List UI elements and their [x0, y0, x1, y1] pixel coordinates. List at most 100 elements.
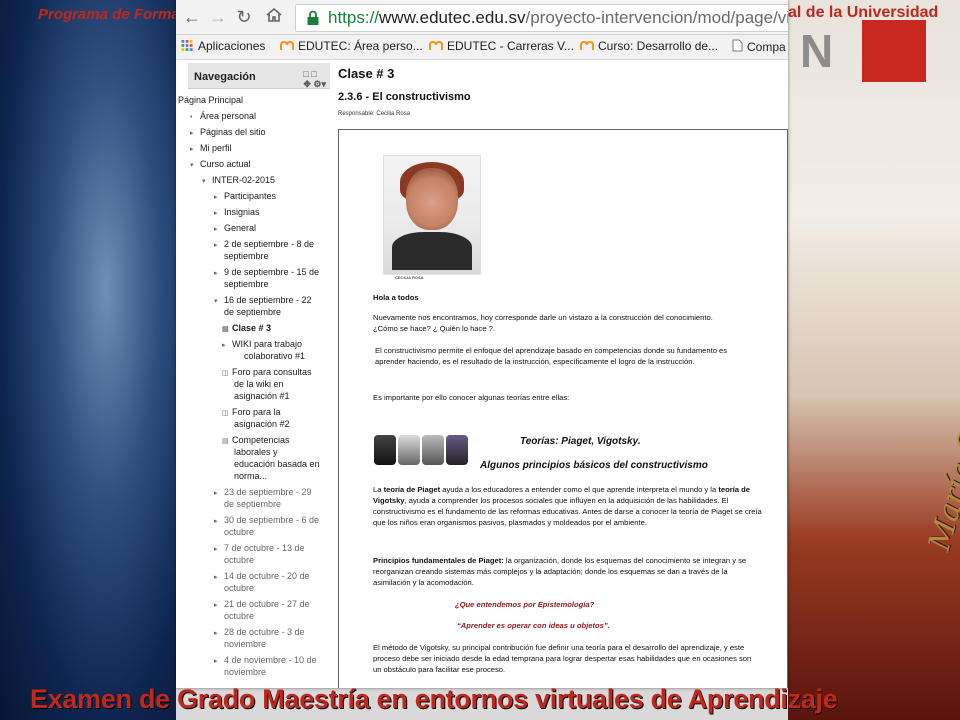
apps-grid-icon: [181, 40, 193, 51]
nav-item-label: octubre: [224, 527, 255, 537]
paragraph-5: Principios fundamentales de Piaget: la o…: [373, 556, 747, 587]
nav-item[interactable]: Página Principal: [178, 94, 243, 106]
nav-item-label: septiembre: [224, 279, 269, 289]
nav-item[interactable]: ▸ Páginas del sitio: [190, 126, 266, 140]
nav-item-label: 28 de octubre - 3 de: [224, 627, 305, 637]
nav-item[interactable]: asignación #2: [234, 418, 290, 430]
nav-item[interactable]: octubre: [224, 582, 254, 594]
nav-item-label: 7 de octubre - 13 de: [224, 543, 305, 553]
nav-item[interactable]: septiembre: [224, 250, 269, 262]
nav-item[interactable]: ▸ Mi perfil: [190, 142, 232, 156]
url-text: https://www.edutec.edu.sv/proyecto-inter…: [328, 8, 788, 27]
nav-item[interactable]: de la wiki en: [234, 378, 284, 390]
theorist-portraits: [374, 435, 470, 465]
nav-item[interactable]: ▾ Curso actual: [190, 158, 251, 172]
slide-header-right: al de la Universidad: [788, 4, 939, 21]
nav-item-label: de septiembre: [224, 499, 282, 509]
item-icon: ▤: [222, 438, 229, 445]
nav-item[interactable]: asignación #1: [234, 390, 290, 402]
slide-left-photo: [0, 0, 176, 720]
block-controls[interactable]: □ □ ✥ ⚙▾: [303, 69, 326, 90]
bookmark-edutec-area[interactable]: EDUTEC: Área perso...: [280, 39, 423, 53]
nav-item-label: 14 de octubre - 20 de: [224, 571, 310, 581]
epistemology-question: ¿Que entendemos por Epistemología?: [455, 600, 595, 609]
nav-item-label: 30 de septiembre - 6 de: [224, 515, 320, 525]
nav-item-label: Foro para la: [232, 407, 281, 417]
nav-item[interactable]: de septiembre: [224, 498, 281, 510]
nav-item[interactable]: ▤ Clase # 3: [222, 322, 271, 336]
nav-item[interactable]: ▸ Insignias: [214, 206, 260, 220]
browser-toolbar: ← → ↻ https://www.edutec.edu.sv/proyecto…: [176, 0, 788, 35]
nav-item-label: INTER-02-2015: [212, 175, 276, 185]
principles-title: Algunos principios básicos del construct…: [480, 460, 708, 471]
slide-footer-title: Examen de Grado Maestría en entornos vir…: [30, 684, 838, 714]
collapsed-arrow-icon: ▸: [214, 574, 218, 581]
nav-item-label: Competencias: [232, 435, 290, 445]
page-icon: [732, 39, 743, 52]
bookmark-edutec-carreras[interactable]: EDUTEC - Carreras V...: [429, 39, 574, 53]
home-icon[interactable]: [263, 6, 285, 28]
collapsed-arrow-icon: ▸: [222, 342, 226, 349]
nav-item[interactable]: noviembre: [224, 666, 266, 678]
bookmarks-bar: Aplicaciones EDUTEC: Área perso... EDUTE…: [176, 35, 788, 60]
nav-item[interactable]: octubre: [224, 610, 254, 622]
nav-item-label: laborales y: [234, 447, 278, 457]
nav-item[interactable]: • Área personal: [190, 110, 256, 124]
bookmark-compa[interactable]: Compa: [732, 39, 786, 54]
nav-item-label: WIKI para trabajo: [232, 339, 303, 349]
nav-item-label: Página Principal: [178, 95, 244, 105]
paragraph-2: El constructivismo permite el enfoque de…: [375, 346, 728, 366]
nav-item-label: asignación #2: [234, 419, 290, 429]
nav-item-label: Área personal: [200, 111, 257, 121]
university-logo-square: [862, 20, 926, 82]
moodle-icon: [580, 40, 594, 50]
university-logo-letter: N: [800, 25, 834, 77]
nav-item-label: noviembre: [224, 639, 267, 649]
nav-item[interactable]: educación basada en: [234, 458, 320, 470]
nav-item-label: Participantes: [224, 191, 277, 201]
nav-item[interactable]: de septiembre: [224, 306, 281, 318]
reload-icon[interactable]: ↻: [233, 6, 255, 28]
nav-item[interactable]: ▾ INTER-02-2015: [202, 174, 275, 188]
nav-item[interactable]: norma...: [234, 470, 267, 482]
author-photo: [383, 155, 481, 275]
nav-item[interactable]: octubre: [224, 526, 254, 538]
theories-title: Teorías: Piaget, Vigotsky.: [520, 436, 641, 447]
nav-item[interactable]: noviembre: [224, 638, 266, 650]
paragraph-4: La teoría de Piaget ayuda a los educador…: [373, 485, 762, 527]
nav-item-label: 9 de septiembre - 15 de: [224, 267, 320, 277]
nav-item[interactable]: ▸ Participantes: [214, 190, 276, 204]
address-bar[interactable]: https://www.edutec.edu.sv/proyecto-inter…: [295, 4, 788, 32]
slide-right-photo: [788, 0, 960, 720]
nav-item-label: 2 de septiembre - 8 de: [224, 239, 315, 249]
nav-item[interactable]: octubre: [224, 554, 254, 566]
nav-item[interactable]: laborales y: [234, 446, 278, 458]
nav-item-label: de septiembre: [224, 307, 282, 317]
item-icon: ◫: [222, 410, 229, 417]
nav-item[interactable]: colaborativo #1: [244, 350, 305, 362]
bookmark-apps[interactable]: Aplicaciones: [180, 39, 265, 53]
nav-item-label: 16 de septiembre - 22: [224, 295, 312, 305]
collapsed-arrow-icon: ▸: [214, 194, 218, 201]
nav-item-label: asignación #1: [234, 391, 290, 401]
learning-quote: “Aprender es operar con ideas u objetos”…: [457, 621, 610, 630]
bookmark-curso[interactable]: Curso: Desarrollo de...: [580, 39, 718, 53]
moodle-page: Navegación □ □ ✥ ⚙▾ Página Principal • Área…: [176, 60, 788, 688]
collapsed-arrow-icon: ▸: [190, 130, 194, 137]
nav-item-label: noviembre: [224, 667, 267, 677]
nav-item-label: de la wiki en: [234, 379, 284, 389]
collapsed-arrow-icon: ▸: [214, 270, 218, 277]
slide-header-left: Programa de Formac: [38, 6, 189, 23]
nav-item[interactable]: septiembre: [224, 278, 269, 290]
photo-caption: CECILIA ROSA: [395, 275, 424, 280]
back-arrow-icon[interactable]: ←: [181, 6, 203, 28]
nav-item-label: educación basada en: [234, 459, 320, 469]
nav-item-label: 23 de septiembre - 29: [224, 487, 312, 497]
item-icon: •: [190, 114, 193, 121]
forward-arrow-icon[interactable]: →: [207, 6, 229, 28]
lock-icon: [307, 10, 319, 25]
nav-item[interactable]: ▸ General: [214, 222, 256, 236]
moodle-icon: [429, 40, 443, 50]
nav-item-label: octubre: [224, 555, 255, 565]
nav-item-label: General: [224, 223, 257, 233]
